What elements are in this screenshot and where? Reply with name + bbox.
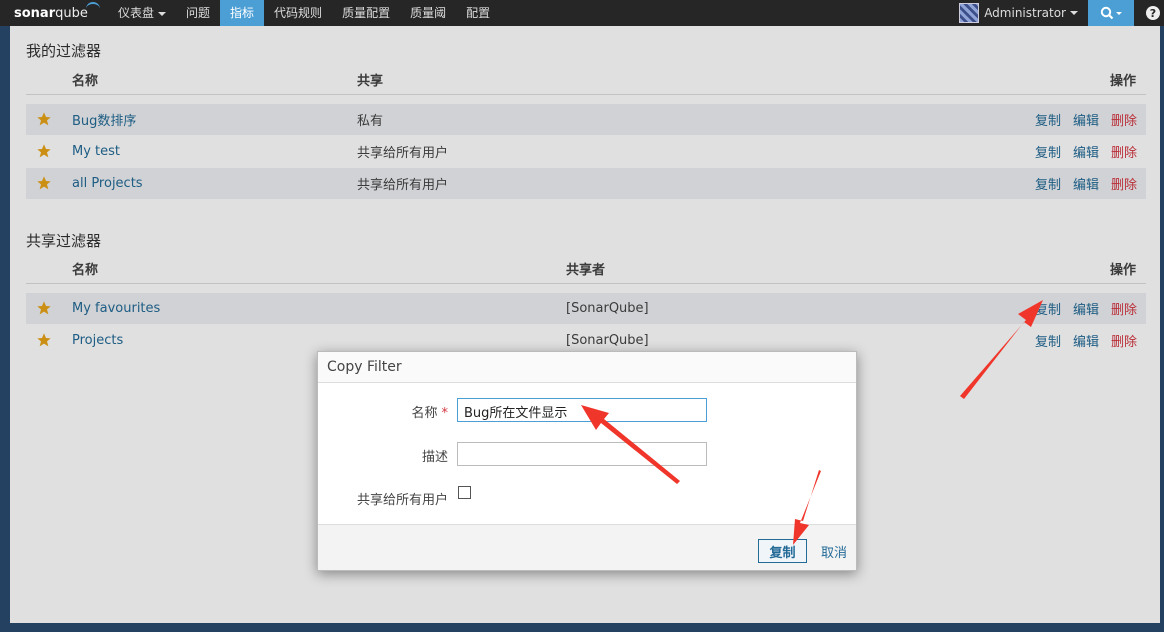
nav-dashboard[interactable]: 仪表盘 <box>108 0 176 26</box>
nav-settings[interactable]: 配置 <box>456 0 500 26</box>
help-button[interactable]: ? <box>1142 0 1164 26</box>
description-label: 描述 <box>421 450 448 465</box>
user-name: Administrator <box>984 6 1066 20</box>
required-mark: * <box>441 406 449 421</box>
dialog-title: Copy Filter <box>318 352 856 383</box>
nav-measures[interactable]: 指标 <box>220 0 265 26</box>
user-menu[interactable]: Administrator <box>959 3 1088 23</box>
caret-down-icon <box>1070 11 1078 15</box>
share-checkbox[interactable] <box>458 486 471 499</box>
nav-rules[interactable]: 代码规则 <box>264 0 332 26</box>
copy-submit-button[interactable]: 复制 <box>758 539 807 563</box>
sonarqube-logo[interactable]: sonar qube <box>0 0 108 26</box>
avatar <box>959 3 980 23</box>
search-icon <box>1100 6 1122 20</box>
name-input[interactable]: Bug所在文件显示 <box>457 398 707 422</box>
logo-arc-icon <box>86 2 100 12</box>
description-input[interactable] <box>457 442 707 466</box>
share-label: 共享给所有用户 <box>356 493 448 508</box>
name-label: 名称 * <box>411 406 449 421</box>
dialog-footer: 复制 取消 <box>318 524 856 570</box>
help-icon: ? <box>1146 6 1160 20</box>
nav-quality-profiles[interactable]: 质量配置 <box>332 0 400 26</box>
search-button[interactable] <box>1088 0 1134 26</box>
copy-filter-dialog: Copy Filter 名称 * Bug所在文件显示 描述 共享给所有用户 复制 … <box>317 351 857 571</box>
nav-quality-gates[interactable]: 质量阈 <box>400 0 456 26</box>
caret-down-icon <box>158 11 167 16</box>
top-navbar: sonar qube 仪表盘 问题 指标 代码规则 质量配置 质量阈 配置 Adm… <box>0 0 1164 26</box>
cancel-link[interactable]: 取消 <box>821 542 847 561</box>
nav-issues[interactable]: 问题 <box>176 0 220 26</box>
